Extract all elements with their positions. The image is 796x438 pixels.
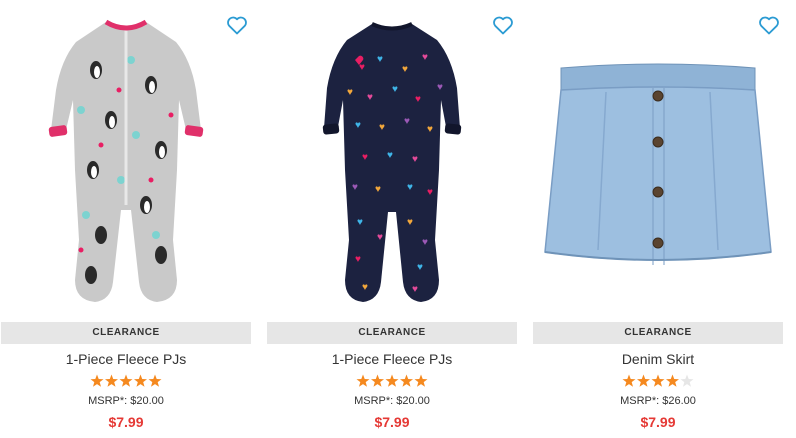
svg-text:♥: ♥ [407, 182, 413, 193]
clearance-badge: CLEARANCE [267, 322, 517, 344]
svg-text:♥: ♥ [422, 237, 428, 248]
svg-text:♥: ♥ [415, 94, 421, 105]
product-name-link[interactable]: Denim Skirt [622, 351, 694, 367]
svg-text:♥: ♥ [375, 184, 381, 195]
star-rating-icon [90, 374, 162, 387]
svg-text:♥: ♥ [359, 62, 365, 73]
star-rating-icon [622, 374, 694, 387]
favorite-heart-icon[interactable] [491, 13, 515, 37]
star-rating [1, 374, 251, 390]
star-rating-icon [356, 374, 428, 387]
msrp-price: MSRP*: $20.00 [88, 395, 164, 407]
product-card[interactable]: CLEARANCE Denim Skirt MSRP*: $26.00 $7.9… [533, 0, 783, 438]
svg-text:♥: ♥ [412, 154, 418, 165]
svg-text:♥: ♥ [367, 92, 373, 103]
favorite-heart-icon[interactable] [225, 13, 249, 37]
product-card[interactable]: ♥ ♥ ♥ ♥ ♥ ♥ ♥ ♥ ♥ ♥ ♥ ♥ ♥ ♥ ♥ ♥ ♥ ♥ ♥ ♥ … [267, 0, 517, 438]
svg-text:♥: ♥ [377, 54, 383, 65]
svg-text:♥: ♥ [392, 84, 398, 95]
svg-text:♥: ♥ [347, 87, 353, 98]
product-name-link[interactable]: 1-Piece Fleece PJs [332, 351, 453, 367]
svg-text:♥: ♥ [377, 232, 383, 243]
svg-text:♥: ♥ [404, 116, 410, 127]
product-name[interactable]: 1-Piece Fleece PJs [1, 351, 251, 367]
product-name-link[interactable]: 1-Piece Fleece PJs [66, 351, 187, 367]
svg-text:♥: ♥ [402, 64, 408, 75]
svg-text:♥: ♥ [355, 120, 361, 131]
svg-text:♥: ♥ [362, 282, 368, 293]
clearance-badge: CLEARANCE [533, 322, 783, 344]
sale-price: $7.99 [108, 414, 144, 430]
svg-text:♥: ♥ [417, 262, 423, 273]
svg-text:♥: ♥ [422, 52, 428, 63]
favorite-heart-icon[interactable] [757, 13, 781, 37]
svg-text:♥: ♥ [352, 182, 358, 193]
product-card[interactable]: CLEARANCE 1-Piece Fleece PJs MSRP*: $20.… [1, 0, 251, 438]
product-name[interactable]: Denim Skirt [533, 351, 783, 367]
svg-text:♥: ♥ [427, 124, 433, 135]
svg-text:♥: ♥ [355, 254, 361, 265]
svg-text:♥: ♥ [427, 187, 433, 198]
msrp-price: MSRP*: $20.00 [354, 395, 430, 407]
svg-text:♥: ♥ [379, 122, 385, 133]
sale-price: $7.99 [374, 414, 410, 430]
svg-text:♥: ♥ [412, 284, 418, 295]
product-image-pajamas-hearts[interactable]: ♥ ♥ ♥ ♥ ♥ ♥ ♥ ♥ ♥ ♥ ♥ ♥ ♥ ♥ ♥ ♥ ♥ ♥ ♥ ♥ … [267, 0, 517, 318]
msrp-price: MSRP*: $26.00 [620, 395, 696, 407]
clearance-badge: CLEARANCE [1, 322, 251, 344]
star-rating [533, 374, 783, 390]
svg-text:♥: ♥ [357, 217, 363, 228]
product-name[interactable]: 1-Piece Fleece PJs [267, 351, 517, 367]
svg-text:♥: ♥ [362, 152, 368, 163]
svg-text:♥: ♥ [407, 217, 413, 228]
sale-price: $7.99 [640, 414, 676, 430]
svg-text:♥: ♥ [387, 150, 393, 161]
product-image-pajamas-penguin[interactable] [1, 0, 251, 318]
product-image-denim-skirt[interactable] [533, 0, 783, 318]
svg-text:♥: ♥ [437, 82, 443, 93]
product-grid: CLEARANCE 1-Piece Fleece PJs MSRP*: $20.… [0, 0, 796, 438]
star-rating [267, 374, 517, 390]
